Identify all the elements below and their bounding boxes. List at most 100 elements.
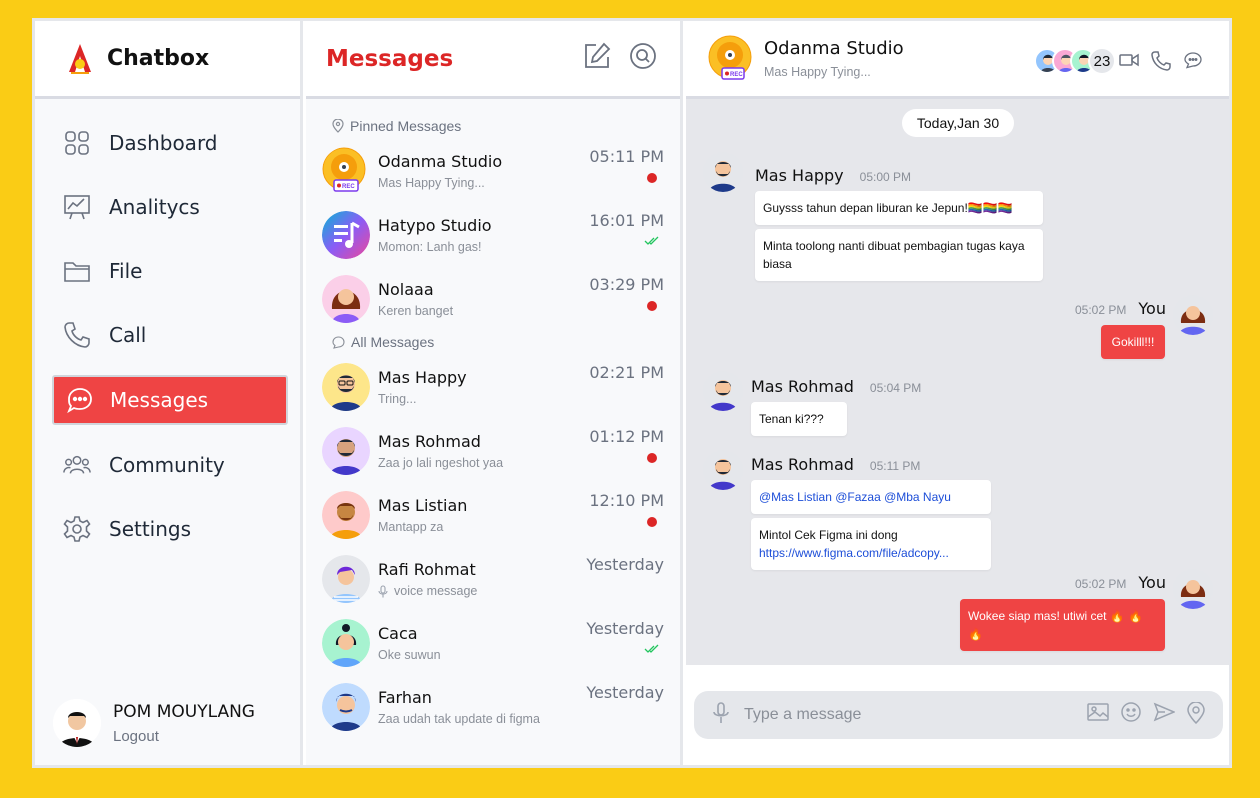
snippet-text: Mantapp za [378, 520, 444, 534]
unread-indicator [647, 453, 657, 463]
folder-icon [63, 257, 91, 285]
pin-icon [332, 119, 344, 133]
snippet-text: Keren banget [378, 304, 454, 318]
logout-link[interactable]: Logout [113, 728, 255, 745]
sidebar-item-messages[interactable]: Messages [52, 375, 288, 425]
microphone-icon[interactable] [712, 701, 730, 729]
sender-name: You [1138, 299, 1166, 318]
sidebar-nav: Dashboard Analitycs File Call Messages C… [35, 111, 300, 561]
snippet-text: voice message [394, 584, 478, 598]
messages-header: Messages [306, 21, 680, 99]
search-icon[interactable] [628, 41, 658, 76]
sidebar: Chatbox Dashboard Analitycs File Call Me… [35, 21, 303, 765]
snippet-text: Momon: Lanh gas! [378, 240, 482, 254]
snippet-text: Oke suwun [378, 648, 441, 662]
message-time: 05:02 PM [1075, 577, 1127, 591]
avatar [322, 427, 370, 475]
sidebar-item-analytics[interactable]: Analitycs [35, 175, 300, 239]
snippet-text: Zaa udah tak update di figma [378, 712, 540, 726]
avatar [322, 491, 370, 539]
avatar [1173, 569, 1213, 609]
conversation-time: 01:12 PM [589, 427, 664, 446]
dashboard-icon [63, 129, 91, 157]
user-name: POM MOUYLANG [113, 701, 255, 722]
sidebar-item-community[interactable]: Community [35, 433, 300, 497]
conversation-time: Yesterday [586, 619, 664, 638]
sidebar-item-file[interactable]: File [35, 239, 300, 303]
chat-panel: REC Odanma Studio Mas Happy Tying... 23 … [686, 21, 1229, 765]
sender-name: Mas Happy [755, 166, 844, 185]
message-bubble[interactable]: Wokee siap mas! utiwi cet 🔥 🔥 🔥 [960, 599, 1165, 651]
sidebar-item-label: Dashboard [109, 131, 218, 155]
message-bubble[interactable]: Gokilll!!! [1101, 325, 1165, 359]
message-time: 05:00 PM [859, 170, 912, 184]
video-call-icon[interactable] [1119, 51, 1139, 76]
conversation-item[interactable]: Mas Listian Mantapp za 12:10 PM [306, 483, 680, 547]
emoji-icon[interactable] [1121, 701, 1141, 729]
chat-title: Odanma Studio [764, 38, 904, 59]
chat-options-icon[interactable] [1183, 51, 1203, 76]
avatar [322, 275, 370, 323]
unread-indicator [647, 301, 657, 311]
conversation-item[interactable]: Rafi Rohmat voice message Yesterday [306, 547, 680, 611]
date-divider: Today,Jan 30 [902, 109, 1014, 137]
user-profile: POM MOUYLANG Logout [53, 699, 255, 747]
message-bubble[interactable]: Guysss tahun depan liburan ke Jepun!🏳️‍🌈… [755, 191, 1043, 225]
avatar: REC [322, 147, 370, 195]
sidebar-item-dashboard[interactable]: Dashboard [35, 111, 300, 175]
conversation-snippet: Zaa udah tak update di figma [378, 712, 664, 726]
gear-icon [63, 515, 91, 543]
sidebar-item-label: Messages [110, 388, 209, 412]
conversation-item[interactable]: Nolaaa Keren banget 03:29 PM [306, 267, 680, 331]
conversation-snippet: voice message [378, 584, 664, 598]
conversation-time: 12:10 PM [589, 491, 664, 510]
conversation-item[interactable]: Mas Rohmad Zaa jo lali ngeshot yaa 01:12… [306, 419, 680, 483]
message-input[interactable] [744, 706, 1087, 724]
conversation-snippet: Mantapp za [378, 520, 664, 534]
conversation-snippet: Zaa jo lali ngeshot yaa [378, 456, 664, 470]
avatar [703, 450, 743, 490]
chat-icon [66, 386, 94, 414]
chatbox-logo [69, 43, 91, 74]
mention-bubble[interactable]: @Mas Listian @Fazaa @Mba Nayu [751, 480, 991, 514]
unread-indicator [647, 517, 657, 527]
send-icon[interactable] [1153, 702, 1176, 729]
phone-icon [63, 321, 91, 349]
sender-name: You [1138, 573, 1166, 592]
composer-area [686, 665, 1229, 765]
avatar [703, 152, 743, 192]
message-time: 05:04 PM [869, 381, 922, 395]
app-window: Chatbox Dashboard Analitycs File Call Me… [32, 18, 1232, 768]
message-group: 05:02 PM You [1075, 573, 1166, 592]
conversation-item[interactable]: REC Odanma Studio Mas Happy Tying... 05:… [306, 139, 680, 203]
sidebar-item-settings[interactable]: Settings [35, 497, 300, 561]
conversation-time: Yesterday [586, 683, 664, 702]
conversation-item[interactable]: Mas Happy Tring... 02:21 PM [306, 355, 680, 419]
message-group: Mas Rohmad 05:04 PM Tenan ki??? [751, 377, 921, 436]
all-section-title: All Messages [306, 331, 680, 353]
compose-icon[interactable] [582, 41, 612, 76]
snippet-text: Zaa jo lali ngeshot yaa [378, 456, 504, 470]
message-group: 05:02 PM You [1075, 299, 1166, 318]
conversation-item[interactable]: Hatypo Studio Momon: Lanh gas! 16:01 PM [306, 203, 680, 267]
message-time: 05:11 PM [869, 459, 921, 473]
conversation-item[interactable]: Farhan Zaa udah tak update di figma Yest… [306, 675, 680, 739]
chat-bubble-icon [332, 335, 345, 349]
analytics-icon [63, 193, 91, 221]
figma-link[interactable]: https://www.figma.com/file/adcopy... [759, 546, 949, 560]
message-bubble: Mintol Cek Figma ini dong https://www.fi… [751, 518, 991, 570]
messages-panel: Messages Pinned Messages REC Odanma Stud… [306, 21, 683, 765]
message-bubble[interactable]: Tenan ki??? [751, 402, 847, 436]
location-icon[interactable] [1187, 700, 1205, 729]
message-group: Mas Rohmad 05:11 PM @Mas Listian @Fazaa … [751, 455, 991, 570]
sidebar-item-call[interactable]: Call [35, 303, 300, 367]
conversation-snippet: Oke suwun [378, 648, 664, 662]
message-text: Mintol Cek Figma ini dong [759, 528, 898, 542]
phone-call-icon[interactable] [1151, 51, 1171, 76]
image-icon[interactable] [1087, 702, 1109, 729]
unread-indicator [647, 173, 657, 183]
conversation-item[interactable]: Caca Oke suwun Yesterday [306, 611, 680, 675]
member-avatars[interactable]: 23 [1034, 47, 1116, 75]
message-bubble[interactable]: Minta toolong nanti dibuat pembagian tug… [755, 229, 1043, 281]
avatar [322, 363, 370, 411]
